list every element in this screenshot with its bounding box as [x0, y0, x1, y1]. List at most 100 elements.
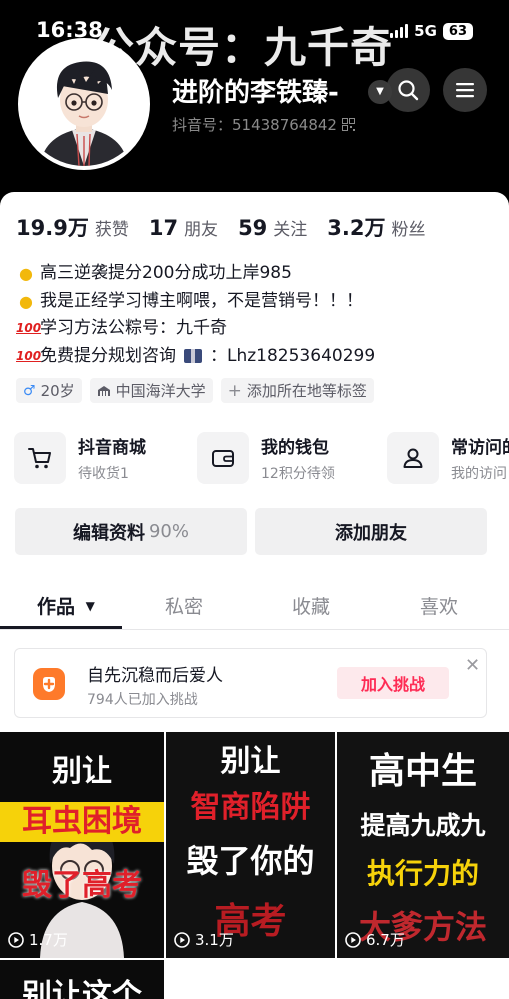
- bio-line: ● 我是正经学习博主啊喂，不是营销号！！！: [16, 288, 375, 316]
- stat-label: 朋友: [184, 220, 219, 240]
- tab-label: 收藏: [292, 596, 331, 618]
- bio-contact: ：Lhz18253640299: [210, 345, 376, 366]
- video-thumbnail[interactable]: 别让 智商陷阱 毁了你的 高考 3.1万: [166, 732, 335, 958]
- battery-icon: 63: [442, 22, 473, 40]
- video-caption-line: 提高九成九: [360, 811, 486, 840]
- video-caption-line: 执行力的: [366, 857, 479, 890]
- tab-label: 作品: [37, 596, 76, 618]
- profile-bio: ● 高三逆袭提分200分成功上岸985 ● 我是正经学习博主啊喂，不是营销号！！…: [16, 260, 375, 370]
- male-icon: ♂: [23, 382, 36, 399]
- service-title: 常访问的: [451, 438, 509, 458]
- bio-text: 学习方法公粽号：九千奇: [40, 318, 227, 338]
- stat-number: 59: [238, 216, 268, 240]
- wallet-icon: [197, 432, 249, 484]
- video-thumbnail[interactable]: 别让 耳虫困境 毁了高考 1.7万: [0, 732, 164, 958]
- service-wallet[interactable]: 我的钱包 12积分待领: [197, 428, 335, 488]
- challenge-badge-icon: [33, 668, 65, 700]
- stat-likes[interactable]: 19.9万 获赞: [16, 212, 129, 242]
- tag-age[interactable]: ♂ 20岁: [16, 378, 82, 403]
- active-tab-indicator: [0, 626, 122, 629]
- bio-line: 100 免费提分规划咨询 ：Lhz18253640299: [16, 343, 375, 371]
- add-friend-button[interactable]: 添加朋友: [255, 508, 487, 555]
- hundred-points-icon: 100: [16, 321, 42, 335]
- video-caption-line: 别让这个: [22, 978, 142, 999]
- service-title: 我的钱包: [261, 438, 329, 458]
- caret-down-icon: ▼: [85, 599, 95, 613]
- status-indicators: 5G 63: [390, 22, 473, 40]
- bio-line: ● 高三逆袭提分200分成功上岸985: [16, 260, 375, 288]
- bio-text: 高三逆袭提分200分成功上岸985: [40, 263, 292, 283]
- school-icon: [97, 385, 110, 396]
- profile-completion: 90%: [148, 521, 189, 542]
- search-icon: [398, 80, 419, 101]
- play-count-text: 1.7万: [29, 931, 68, 949]
- bio-line: 100 学习方法公粽号：九千奇: [16, 315, 375, 343]
- person-icon: [387, 432, 439, 484]
- profile-tags: ♂ 20岁 中国海洋大学 + 添加所在地等标签: [16, 378, 374, 403]
- plus-icon: +: [227, 380, 242, 401]
- avatar[interactable]: [18, 38, 150, 170]
- tab-favorites[interactable]: 收藏: [292, 592, 330, 619]
- hamburger-icon: [456, 83, 474, 98]
- video-caption-line: 智商陷阱: [190, 790, 311, 825]
- service-subtitle: 我的访问: [451, 466, 507, 482]
- bio-text: 免费提分规划咨询: [40, 345, 176, 366]
- tab-label: 私密: [165, 596, 204, 618]
- service-shortcuts: 抖音商城 待收货1 我的钱包 12积分待领 常访问 我的访问: [14, 428, 509, 488]
- satellite-icon: [184, 349, 202, 364]
- play-count-text: 3.1万: [195, 931, 234, 949]
- video-thumbnail[interactable]: 高中生 提高九成九 执行力的 大爹方法 6.7万: [337, 732, 509, 958]
- network-label: 5G: [414, 22, 437, 40]
- add-friend-label: 添加朋友: [335, 522, 407, 544]
- tab-works[interactable]: 作品 ▼: [37, 592, 95, 619]
- chevron-down-icon: ▼: [376, 86, 384, 97]
- tag-text: 中国海洋大学: [115, 382, 206, 400]
- tag-add-location[interactable]: + 添加所在地等标签: [220, 378, 374, 403]
- tag-text: 添加所在地等标签: [246, 382, 367, 400]
- hundred-points-icon: 100: [16, 348, 42, 363]
- close-icon[interactable]: ✕: [465, 655, 480, 676]
- stat-label: 获赞: [94, 220, 129, 240]
- cart-icon: [14, 432, 66, 484]
- bio-text: 我是正经学习博主啊喂，不是营销号！！！: [40, 290, 363, 311]
- search-button[interactable]: [386, 68, 430, 112]
- play-icon: [8, 931, 24, 948]
- profile-tabs: 作品 ▼ 私密 收藏 喜欢: [0, 578, 509, 630]
- tab-private[interactable]: 私密: [165, 592, 203, 619]
- play-count: 6.7万: [345, 929, 405, 950]
- video-caption-line: 毁了高考: [22, 868, 142, 903]
- tab-label: 喜欢: [420, 596, 459, 618]
- play-count: 3.1万: [174, 929, 234, 950]
- service-douyin-mall[interactable]: 抖音商城 待收货1: [14, 428, 146, 488]
- edit-profile-label: 编辑资料: [72, 522, 145, 544]
- qr-code-icon: [341, 118, 355, 131]
- edit-profile-button[interactable]: 编辑资料 90%: [15, 508, 247, 555]
- service-subtitle: 12积分待领: [261, 466, 335, 482]
- stat-friends[interactable]: 17 朋友: [149, 215, 218, 240]
- service-subtitle: 待收货1: [78, 466, 129, 482]
- menu-button[interactable]: [443, 68, 487, 112]
- tag-school[interactable]: 中国海洋大学: [89, 378, 213, 403]
- join-challenge-button[interactable]: 加入挑战: [337, 667, 449, 699]
- profile-header: 公众号：九千奇 16:38 5G 63 进阶的李铁臻- ▼ 抖音号：514387…: [0, 0, 509, 200]
- profile-nickname: 进阶的李铁臻-: [172, 78, 339, 108]
- video-caption-line: 毁了你的: [186, 842, 315, 880]
- lightbulb-icon: ●: [19, 291, 33, 311]
- video-caption-line: 耳虫困境: [0, 802, 164, 842]
- play-icon: [345, 931, 361, 948]
- stat-number: 17: [148, 216, 179, 240]
- douyin-id[interactable]: 抖音号：51438764842: [172, 114, 355, 135]
- stat-following[interactable]: 59 关注: [238, 215, 307, 240]
- video-thumbnail[interactable]: 别让这个: [0, 960, 164, 999]
- profile-stats: 19.9万 获赞 17 朋友 59 关注 3.2万 粉丝: [16, 212, 446, 242]
- tag-text: 20岁: [40, 382, 75, 400]
- stat-followers[interactable]: 3.2万 粉丝: [327, 212, 425, 242]
- stat-number: 3.2万: [327, 216, 386, 240]
- service-frequent-visits[interactable]: 常访问的 我的访问: [387, 428, 509, 488]
- lightbulb-icon: ●: [19, 264, 33, 283]
- video-caption-line: 高中生: [368, 751, 477, 792]
- douyin-id-text: 抖音号：51438764842: [172, 116, 337, 134]
- challenge-banner[interactable]: 自先沉稳而后爱人 794人已加入挑战 加入挑战 ✕: [14, 648, 487, 718]
- stat-label: 粉丝: [391, 220, 426, 240]
- tab-likes[interactable]: 喜欢: [420, 592, 458, 619]
